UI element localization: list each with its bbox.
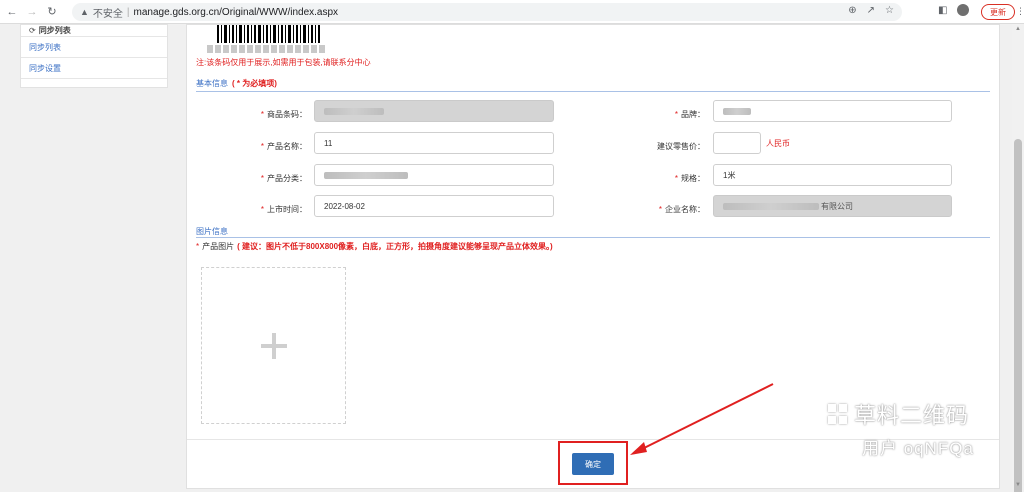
image-upload-box[interactable] xyxy=(201,267,346,424)
required-hint: ( * 为必填项) xyxy=(232,79,277,88)
company-suffix: 有限公司 xyxy=(821,201,853,211)
reload-icon[interactable]: ↻ xyxy=(44,4,60,20)
confirm-button[interactable]: 确定 xyxy=(572,453,614,475)
browser-toolbar: ← → ↻ ▲ 不安全 | manage.gds.org.cn/Original… xyxy=(0,0,1024,24)
annotation-arrow-icon xyxy=(630,383,774,455)
sidebar-item-sync-list[interactable]: 同步列表 xyxy=(21,37,167,58)
menu-icon[interactable]: ⋮ xyxy=(1016,6,1024,17)
barcode-notice: 注:该条码仅用于展示,如需用于包装,请联系分中心 xyxy=(196,58,371,67)
sidebar: ⟳ 同步列表 同步列表 同步设置 xyxy=(20,24,168,88)
launch-date-input[interactable]: 2022-08-02 xyxy=(314,195,554,217)
spec-label: * 规格： xyxy=(674,174,705,183)
sidebar-item-sync-settings[interactable]: 同步设置 xyxy=(21,58,167,79)
sidebar-header: ⟳ 同步列表 xyxy=(21,25,167,37)
qrcode-logo-icon xyxy=(828,404,848,424)
product-name-label: * 产品名称： xyxy=(260,142,307,151)
barcode-digits-redacted xyxy=(207,45,327,53)
redacted-value xyxy=(723,107,751,115)
launch-date-label: * 上市时间： xyxy=(260,205,307,214)
brand-input[interactable] xyxy=(713,100,952,122)
scrollbar[interactable]: ▲ ▼ xyxy=(1012,24,1024,492)
security-label: 不安全 xyxy=(92,8,123,20)
redacted-value xyxy=(723,202,819,210)
redacted-value xyxy=(324,171,408,179)
brand-label: * 品牌： xyxy=(674,110,705,119)
spec-input[interactable]: 1米 xyxy=(713,164,952,186)
redacted-value xyxy=(324,107,384,115)
watermark-user: 用户 oqNFQa xyxy=(862,439,974,458)
product-barcode-field xyxy=(314,100,554,122)
image-tip: ( 建议：图片不低于800X800像素，白底，正方形，拍摄角度建议能够呈现产品立… xyxy=(237,242,553,251)
category-select[interactable] xyxy=(314,164,554,186)
scroll-down-icon[interactable]: ▼ xyxy=(1015,482,1021,488)
arrow-right-icon[interactable]: → xyxy=(24,4,40,20)
section-divider xyxy=(196,91,990,92)
product-image-label: * 产品图片( 建议：图片不低于800X800像素，白底，正方形，拍摄角度建议能够… xyxy=(196,242,553,251)
scroll-thumb[interactable] xyxy=(1014,139,1022,492)
avatar-icon[interactable] xyxy=(957,4,970,16)
plus-icon xyxy=(260,332,287,359)
basic-info-title: 基本信息 ( * 为必填项) xyxy=(196,78,277,89)
retail-price-label: 建议零售价： xyxy=(657,142,705,151)
company-field: 有限公司 xyxy=(713,195,952,217)
retail-price-input[interactable] xyxy=(713,132,761,154)
sync-icon: ⟳ xyxy=(29,26,36,35)
scroll-up-icon[interactable]: ▲ xyxy=(1015,26,1021,32)
zoom-icon[interactable]: ⊕ xyxy=(848,5,856,16)
product-name-input[interactable]: 11 xyxy=(314,132,554,154)
company-label: * 企业名称： xyxy=(658,205,705,214)
currency-unit: 人民币 xyxy=(766,139,790,148)
product-barcode-label: * 商品条码： xyxy=(260,110,307,119)
address-bar[interactable]: ▲ 不安全 | manage.gds.org.cn/Original/WWW/i… xyxy=(72,3,902,21)
sidepanel-icon[interactable]: ◧ xyxy=(938,5,947,16)
update-button[interactable]: 更新 xyxy=(981,4,1015,20)
warning-icon[interactable]: ▲ xyxy=(80,7,89,17)
category-label: * 产品分类： xyxy=(260,174,307,183)
section-divider xyxy=(196,237,990,238)
divider: | xyxy=(126,6,130,18)
basic-info-label: 基本信息 xyxy=(196,79,228,88)
sidebar-header-label: 同步列表 xyxy=(38,26,71,35)
arrow-left-icon[interactable]: ← xyxy=(4,4,20,20)
star-icon[interactable]: ☆ xyxy=(885,5,894,16)
share-icon[interactable]: ↗ xyxy=(867,5,875,16)
url-text[interactable]: manage.gds.org.cn/Original/WWW/index.asp… xyxy=(134,7,339,18)
watermark-brand: 草料二维码 xyxy=(828,398,969,430)
image-info-title: 图片信息 xyxy=(196,227,228,236)
